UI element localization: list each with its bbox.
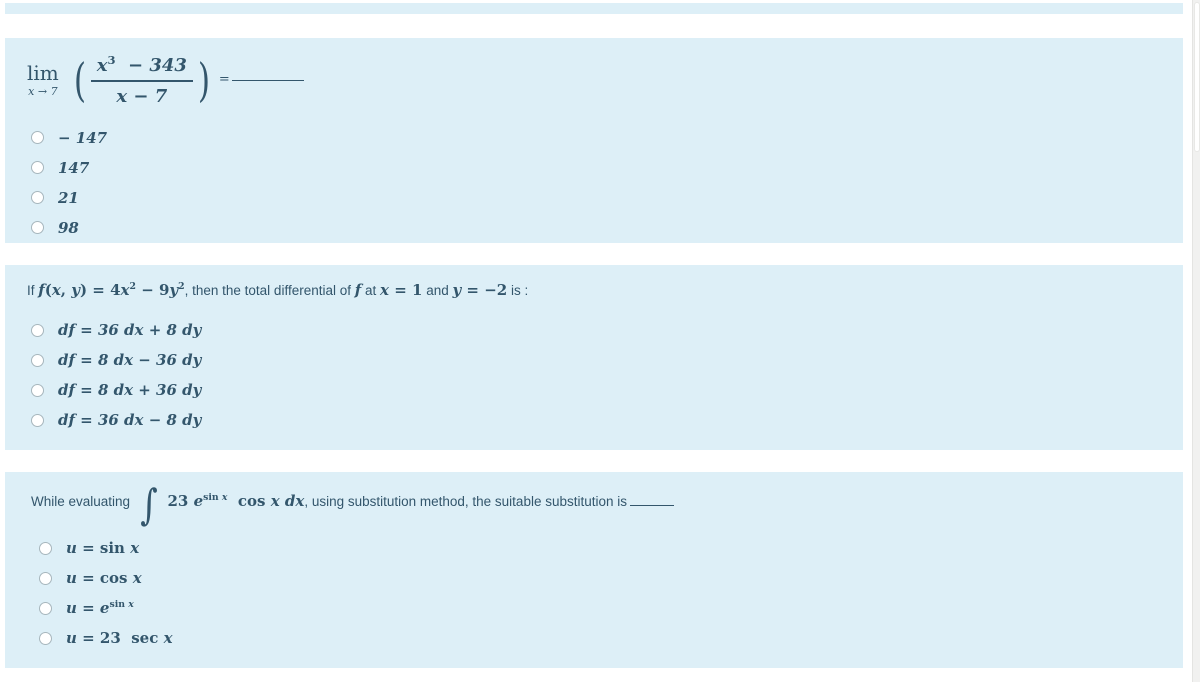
radio-icon[interactable] — [31, 161, 44, 175]
option-label: 21 — [58, 188, 79, 207]
question-2-options: df = 36 dx + 8 dy df = 8 dx − 36 dy df =… — [5, 315, 1183, 435]
radio-icon[interactable] — [31, 383, 44, 397]
option-row[interactable]: u = sin x — [13, 533, 1183, 563]
limit-fraction: x3 − 343 x − 7 — [90, 52, 193, 109]
prompt-lead: While evaluating — [31, 494, 131, 510]
question-2-prompt: If f(x, y) = 4x2 − 9y2, then the total d… — [27, 281, 529, 299]
radio-icon[interactable] — [39, 601, 52, 615]
fraction-denominator: x − 7 — [116, 85, 168, 107]
question-1-options: − 147 147 21 98 — [5, 123, 1183, 243]
option-label: 98 — [58, 218, 79, 237]
question-3-options: u = sin x u = cos x u = esin x u = 23 se… — [5, 533, 1183, 653]
question-1-prompt: lim x → 7 ( x3 − 343 x − 7 ) = — [5, 38, 1183, 109]
question-card-3: While evaluating ∫ 23 esin x cos x dx, u… — [5, 472, 1183, 668]
integrand: 23 esin x cos x dx — [167, 492, 305, 511]
limit-subscript: x → 7 — [28, 85, 58, 99]
scrollbar-thumb[interactable] — [1194, 2, 1200, 152]
option-row[interactable]: 21 — [5, 183, 1183, 213]
option-row[interactable]: − 147 — [5, 123, 1183, 153]
question-card-2: If f(x, y) = 4x2 − 9y2, then the total d… — [5, 265, 1183, 450]
question-card-partial — [5, 3, 1183, 14]
radio-icon[interactable] — [31, 221, 44, 235]
function-definition: f(x, y) = 4x2 − 9y2 — [38, 281, 185, 299]
option-row[interactable]: df = 8 dx + 36 dy — [5, 375, 1183, 405]
option-row[interactable]: u = 23 sec x — [13, 623, 1183, 653]
fraction-numerator: x3 − 343 — [96, 53, 187, 76]
option-label: u = sin x — [66, 539, 140, 558]
right-paren: ) — [197, 53, 211, 108]
prompt-tail: is : — [511, 283, 529, 298]
option-label: df = 8 dx − 36 dy — [58, 351, 202, 369]
option-label: df = 36 dx − 8 dy — [58, 411, 202, 429]
option-row[interactable]: 98 — [5, 213, 1183, 243]
option-label: u = esin x — [66, 599, 134, 618]
radio-icon[interactable] — [39, 571, 52, 585]
function-symbol: f — [354, 281, 362, 299]
radio-icon[interactable] — [31, 191, 44, 205]
option-row[interactable]: df = 36 dx + 8 dy — [5, 315, 1183, 345]
radio-icon[interactable] — [39, 541, 52, 555]
radio-icon[interactable] — [31, 413, 44, 427]
x-value: x = 1 — [380, 281, 423, 299]
option-label: u = cos x — [66, 569, 142, 588]
radio-icon[interactable] — [31, 323, 44, 337]
option-label: df = 36 dx + 8 dy — [58, 321, 202, 339]
page-scrollbar[interactable] — [1192, 0, 1200, 682]
radio-icon[interactable] — [31, 131, 44, 145]
radio-icon[interactable] — [31, 353, 44, 367]
option-label: df = 8 dx + 36 dy — [58, 381, 202, 399]
limit-label: lim — [27, 61, 59, 86]
option-row[interactable]: df = 8 dx − 36 dy — [5, 345, 1183, 375]
option-label: 147 — [58, 158, 90, 177]
y-value: y = −2 — [452, 281, 508, 299]
option-row[interactable]: df = 36 dx − 8 dy — [5, 405, 1183, 435]
limit-operator: lim x → 7 — [27, 63, 59, 97]
equals-sign: = — [218, 72, 230, 88]
limit-expression: lim x → 7 ( x3 − 343 x − 7 ) = — [27, 52, 304, 109]
option-label: − 147 — [58, 128, 108, 147]
radio-icon[interactable] — [39, 631, 52, 645]
prompt-middle: , using substitution method, the suitabl… — [304, 494, 628, 510]
answer-blank — [630, 505, 675, 507]
integral-sign: ∫ — [140, 480, 158, 529]
prompt-lead: If — [27, 283, 35, 298]
option-row[interactable]: 147 — [5, 153, 1183, 183]
answer-blank — [231, 80, 304, 82]
option-label: u = 23 sec x — [66, 629, 173, 648]
question-card-1: lim x → 7 ( x3 − 343 x − 7 ) = − 147 147… — [5, 38, 1183, 243]
option-row[interactable]: u = esin x — [13, 593, 1183, 623]
left-paren: ( — [73, 53, 86, 108]
question-3-prompt: While evaluating ∫ 23 esin x cos x dx, u… — [5, 472, 1183, 529]
option-row[interactable]: u = cos x — [13, 563, 1183, 593]
quiz-page: lim x → 7 ( x3 − 343 x − 7 ) = − 147 147… — [0, 0, 1192, 682]
